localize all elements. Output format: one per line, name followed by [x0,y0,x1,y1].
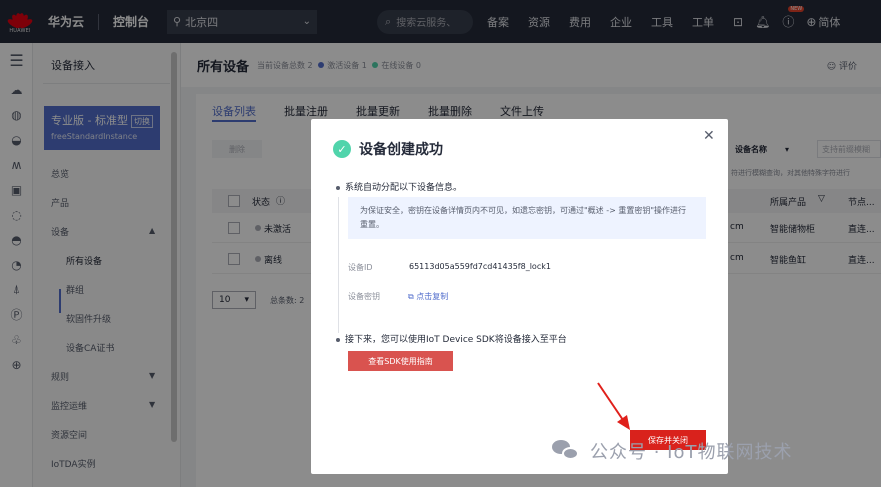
dialog-title-row: ✓ 设备创建成功 [333,139,443,159]
sdk-guide-button[interactable]: 查看SDK使用指南 [348,351,453,371]
copy-secret-link[interactable]: ⧉ 点击复制 [408,291,448,302]
wechat-icon [552,440,580,462]
security-notice: 为保证安全，密钥在设备详情页内不可见，如遗忘密钥，可通过"概述 -> 重置密钥"… [348,197,706,239]
watermark-text: 公众号 · IoT物联网技术 [590,442,793,463]
dialog-title: 设备创建成功 [359,142,443,158]
copy-label: 点击复制 [416,292,449,301]
device-created-dialog: ✕ ✓ 设备创建成功 系统自动分配以下设备信息。 为保证安全，密钥在设备详情页内… [311,119,728,474]
device-id-value: 65113d05a559fd7cd41435f8_lock1 [409,262,551,271]
watermark: 公众号 · IoT物联网技术 [552,438,792,464]
timeline-line [338,197,339,333]
dialog-line-2: 接下来，您可以使用IoT Device SDK将设备接入至平台 [336,332,567,345]
device-id-label: 设备ID [348,263,373,272]
dialog-line-1: 系统自动分配以下设备信息。 [336,180,462,193]
device-secret-label: 设备密钥 [348,292,380,301]
close-icon[interactable]: ✕ [703,128,715,144]
success-check-icon: ✓ [333,140,351,158]
